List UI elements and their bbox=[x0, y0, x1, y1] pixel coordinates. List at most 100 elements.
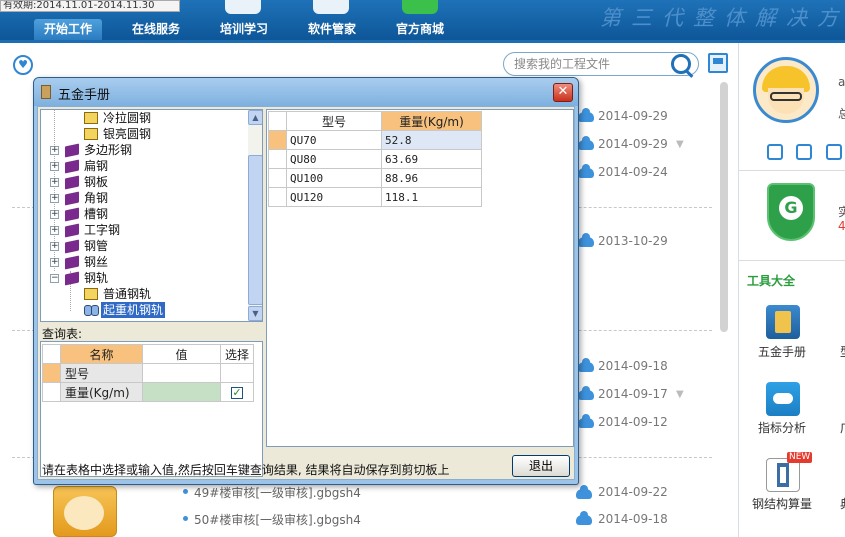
grid-cell-model[interactable]: QU80 bbox=[286, 149, 382, 169]
query-table: 名称 值 选择 型号 重量(Kg/m) ✓ bbox=[42, 344, 255, 402]
file-date: 2014-09-18 bbox=[598, 512, 668, 526]
tree-scroll-thumb[interactable] bbox=[248, 155, 262, 305]
task-folder-icon[interactable] bbox=[53, 486, 117, 537]
query-value-cell-model[interactable] bbox=[142, 363, 221, 383]
book-icon bbox=[65, 207, 79, 222]
query-row-name: 重量(Kg/m) bbox=[60, 382, 143, 402]
message-icon[interactable] bbox=[796, 144, 812, 160]
book-icon bbox=[65, 191, 79, 206]
query-corner-cell bbox=[42, 344, 61, 364]
steel-structure-icon[interactable] bbox=[766, 458, 800, 492]
tool-label-steel-structure[interactable]: 钢结构算量 bbox=[752, 495, 812, 512]
cloud-sync-icon bbox=[576, 485, 592, 499]
cloud-sync-icon bbox=[578, 414, 594, 428]
index-analysis-icon[interactable] bbox=[766, 382, 800, 416]
select-checkbox[interactable]: ✓ bbox=[231, 387, 243, 399]
grid-cell-model[interactable]: QU120 bbox=[286, 187, 382, 207]
dialog-titlebar[interactable] bbox=[34, 78, 578, 106]
file-date: 2014-09-22 bbox=[598, 485, 668, 499]
grid-header-weight[interactable]: 重量(Kg/m) bbox=[381, 111, 482, 131]
expand-plus-icon[interactable]: + bbox=[50, 226, 59, 235]
glasses-icon bbox=[770, 92, 802, 101]
collapse-minus-icon[interactable]: − bbox=[50, 274, 59, 283]
query-header-value: 值 bbox=[142, 344, 221, 364]
security-text-partial: 实 bbox=[838, 205, 845, 219]
expand-caret-icon[interactable]: ▼ bbox=[676, 389, 684, 400]
expand-plus-icon[interactable]: + bbox=[50, 178, 59, 187]
exit-button[interactable]: 退出 bbox=[512, 455, 570, 477]
scroll-down-arrow-icon[interactable]: ▼ bbox=[248, 306, 262, 321]
handbook-icon[interactable] bbox=[766, 305, 800, 339]
cloud-sync-icon bbox=[578, 136, 594, 150]
expand-plus-icon[interactable]: + bbox=[50, 258, 59, 267]
grid-row-indicator[interactable] bbox=[268, 149, 287, 169]
grid-row-indicator[interactable] bbox=[268, 130, 287, 150]
training-icon bbox=[225, 0, 261, 14]
tab-software-manager[interactable]: 软件管家 bbox=[298, 19, 366, 40]
expand-plus-icon[interactable]: + bbox=[50, 162, 59, 171]
book-icon bbox=[65, 159, 79, 174]
grid-header-model[interactable]: 型号 bbox=[286, 111, 382, 131]
security-shield-icon[interactable] bbox=[767, 183, 815, 241]
expand-plus-icon[interactable]: + bbox=[50, 242, 59, 251]
document-icon bbox=[84, 112, 98, 124]
grid-cell-weight[interactable]: 118.1 bbox=[381, 187, 482, 207]
close-button[interactable]: ✕ bbox=[553, 83, 573, 102]
header-divider bbox=[0, 40, 845, 43]
grid-row-indicator[interactable] bbox=[268, 187, 287, 207]
book-icon bbox=[65, 255, 79, 270]
query-value-cell-weight[interactable] bbox=[142, 382, 221, 402]
instruction-hint: 请在表格中选择或输入值,然后按回车键查询结果, 结果将自动保存到剪切板上 bbox=[42, 463, 450, 477]
document-icon bbox=[84, 288, 98, 300]
store-icon bbox=[402, 0, 438, 14]
favorite-heart-icon[interactable]: ♥ bbox=[13, 55, 33, 75]
query-header-name: 名称 bbox=[60, 344, 143, 364]
expand-plus-icon[interactable]: + bbox=[50, 194, 59, 203]
tool-label-partial: 广 bbox=[840, 419, 845, 436]
expand-plus-icon[interactable]: + bbox=[50, 146, 59, 155]
grid-cell-weight[interactable]: 88.96 bbox=[381, 168, 482, 188]
file-date: 2014-09-17 bbox=[598, 387, 668, 401]
grid-cell-weight[interactable]: 63.69 bbox=[381, 149, 482, 169]
tab-training[interactable]: 培训学习 bbox=[210, 19, 278, 40]
tool-label-handbook[interactable]: 五金手册 bbox=[758, 343, 806, 360]
security-score-partial: 4 bbox=[838, 219, 845, 233]
tree-scrollbar[interactable]: ▲ ▼ bbox=[248, 110, 262, 321]
expand-plus-icon[interactable]: + bbox=[50, 210, 59, 219]
grid-cell-model[interactable]: QU70 bbox=[286, 130, 382, 150]
expand-caret-icon[interactable]: ▼ bbox=[676, 139, 684, 150]
query-header-select: 选择 bbox=[219, 344, 255, 364]
tool-label-partial: 典 bbox=[840, 495, 845, 512]
panel-divider bbox=[739, 260, 845, 261]
scroll-up-arrow-icon[interactable]: ▲ bbox=[248, 110, 262, 125]
tool-label-index-analysis[interactable]: 指标分析 bbox=[758, 419, 806, 436]
grid-cell-model[interactable]: QU100 bbox=[286, 168, 382, 188]
file-name[interactable]: 49#楼审核[一级审核].gbgsh4 bbox=[194, 484, 361, 501]
handbook-app-icon bbox=[41, 85, 51, 99]
mobile-icon[interactable] bbox=[767, 144, 783, 160]
book-icon bbox=[65, 271, 79, 286]
project-search-input[interactable]: 搜索我的工程文件 bbox=[503, 52, 699, 76]
grid-cell-weight[interactable]: 52.8 bbox=[381, 130, 482, 150]
query-row-indicator bbox=[42, 363, 61, 383]
query-select-cell[interactable] bbox=[219, 363, 255, 383]
search-icon[interactable] bbox=[671, 54, 691, 74]
file-name[interactable]: 50#楼审核[一级审核].gbgsh4 bbox=[194, 511, 361, 528]
query-panel: 名称 值 选择 型号 重量(Kg/m) ✓ bbox=[40, 341, 263, 477]
tab-start-work[interactable]: 开始工作 bbox=[34, 19, 102, 40]
book-icon bbox=[65, 175, 79, 190]
layout-switch-icon[interactable] bbox=[708, 53, 728, 73]
cloud-sync-icon bbox=[578, 386, 594, 400]
query-select-cell[interactable]: ✓ bbox=[219, 382, 255, 402]
main-scrollbar[interactable] bbox=[720, 82, 728, 332]
tab-official-store[interactable]: 官方商城 bbox=[386, 19, 454, 40]
help-icon[interactable] bbox=[826, 144, 842, 160]
cloud-sync-icon bbox=[578, 108, 594, 122]
grid-row-indicator[interactable] bbox=[268, 168, 287, 188]
tab-online-service[interactable]: 在线服务 bbox=[122, 19, 190, 40]
dialog-title: 五金手册 bbox=[58, 88, 111, 103]
user-avatar[interactable] bbox=[753, 57, 819, 123]
cloud-sync-icon bbox=[578, 233, 594, 247]
category-tree: 冷拉圆钢 银亮圆钢 + 多边形钢 + 扁钢 + 钢板 + 角钢 + 槽钢 + 工… bbox=[40, 109, 263, 322]
file-date: 2014-09-29 bbox=[598, 137, 668, 151]
